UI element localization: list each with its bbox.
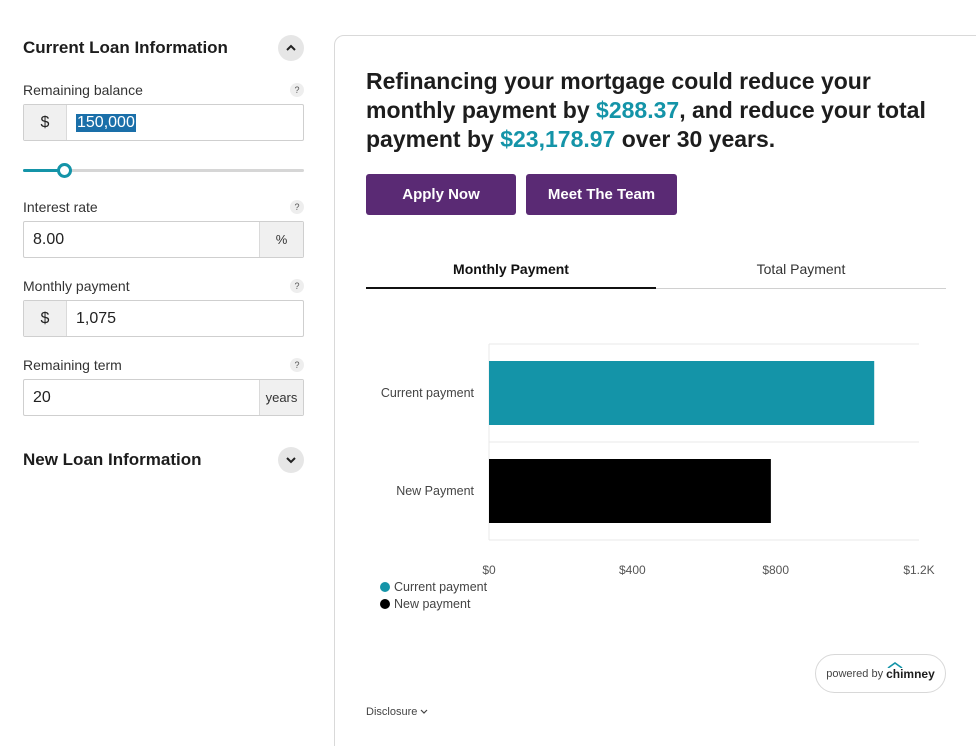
headline-text: over 30 years. — [615, 126, 776, 152]
expand-new-loan-button[interactable] — [278, 447, 304, 473]
collapse-current-loan-button[interactable] — [278, 35, 304, 61]
remaining-term-input[interactable]: 20 years — [23, 379, 304, 416]
remaining-term-field: Remaining term ? 20 years — [23, 357, 304, 416]
disclosure-label: Disclosure — [366, 706, 418, 718]
total-savings: $23,178.97 — [500, 126, 616, 152]
chevron-up-icon — [286, 44, 296, 51]
roof-icon — [887, 661, 903, 668]
remaining-term-label: Remaining term — [23, 357, 122, 373]
savings-headline: Refinancing your mortgage could reduce y… — [366, 67, 926, 154]
current-loan-header[interactable]: Current Loan Information — [23, 34, 304, 62]
powered-by-text: powered by — [826, 667, 884, 680]
remaining-balance-field: Remaining balance ? $ 150,000 — [23, 82, 304, 141]
chevron-down-icon — [286, 457, 296, 464]
help-icon[interactable]: ? — [290, 279, 304, 293]
brand-name: chimney — [886, 666, 935, 681]
x-tick-label: $0 — [482, 563, 496, 577]
interest-rate-value[interactable]: 8.00 — [24, 222, 259, 257]
new-loan-title: New Loan Information — [23, 450, 202, 469]
interest-rate-label: Interest rate — [23, 199, 98, 215]
category-label: Current payment — [381, 386, 475, 400]
powered-by-badge[interactable]: powered by chimney — [815, 654, 946, 693]
bar-chart: Current payment New Payment $0 $400 $800 $1.2… — [381, 343, 935, 577]
currency-prefix: $ — [24, 105, 67, 140]
balance-slider[interactable] — [23, 162, 304, 178]
x-tick-label: $800 — [762, 563, 789, 577]
tab-total-payment[interactable]: Total Payment — [656, 254, 946, 288]
remaining-term-value[interactable]: 20 — [24, 380, 259, 415]
meet-the-team-button[interactable]: Meet The Team — [526, 174, 677, 215]
legend-item: Current payment — [380, 578, 487, 595]
interest-rate-input[interactable]: 8.00 % — [23, 221, 304, 258]
remaining-balance-input[interactable]: $ 150,000 — [23, 104, 304, 141]
payment-chart: Current payment New Payment $0 $400 $800 $1.2… — [335, 326, 975, 586]
monthly-payment-field: Monthly payment ? $ 1,075 — [23, 278, 304, 337]
years-suffix: years — [259, 380, 303, 415]
current-loan-panel: Current Loan Information Remaining balan… — [23, 34, 304, 474]
tab-monthly-payment[interactable]: Monthly Payment — [366, 254, 656, 289]
interest-rate-field: Interest rate ? 8.00 % — [23, 199, 304, 258]
x-tick-label: $1.2K — [903, 563, 934, 577]
legend-swatch — [380, 598, 390, 609]
help-icon[interactable]: ? — [290, 83, 304, 97]
monthly-payment-input[interactable]: $ 1,075 — [23, 300, 304, 337]
legend-label: New payment — [394, 596, 471, 611]
results-card: Refinancing your mortgage could reduce y… — [334, 35, 976, 746]
legend-swatch — [380, 581, 390, 592]
slider-thumb[interactable] — [57, 163, 72, 178]
legend-item: New payment — [380, 595, 487, 612]
current-loan-title: Current Loan Information — [23, 38, 228, 57]
chimney-logo: chimney — [886, 661, 935, 681]
bar-0 — [489, 361, 875, 425]
remaining-balance-label: Remaining balance — [23, 82, 143, 98]
new-loan-header[interactable]: New Loan Information — [23, 446, 304, 474]
payment-tabs: Monthly Payment Total Payment — [366, 254, 946, 289]
help-icon[interactable]: ? — [290, 200, 304, 214]
apply-now-button[interactable]: Apply Now — [366, 174, 516, 215]
bar-1 — [489, 459, 771, 523]
percent-suffix: % — [259, 222, 303, 257]
legend-label: Current payment — [394, 579, 488, 594]
chevron-down-icon — [420, 709, 428, 714]
monthly-payment-label: Monthly payment — [23, 278, 130, 294]
x-tick-label: $400 — [619, 563, 646, 577]
currency-prefix: $ — [24, 301, 67, 336]
monthly-savings: $288.37 — [596, 97, 680, 123]
category-label: New Payment — [396, 484, 474, 498]
chart-legend: Current payment New payment — [380, 578, 487, 612]
disclosure-toggle[interactable]: Disclosure — [366, 706, 429, 718]
remaining-balance-value[interactable]: 150,000 — [67, 105, 303, 140]
help-icon[interactable]: ? — [290, 358, 304, 372]
monthly-payment-value[interactable]: 1,075 — [67, 301, 303, 336]
